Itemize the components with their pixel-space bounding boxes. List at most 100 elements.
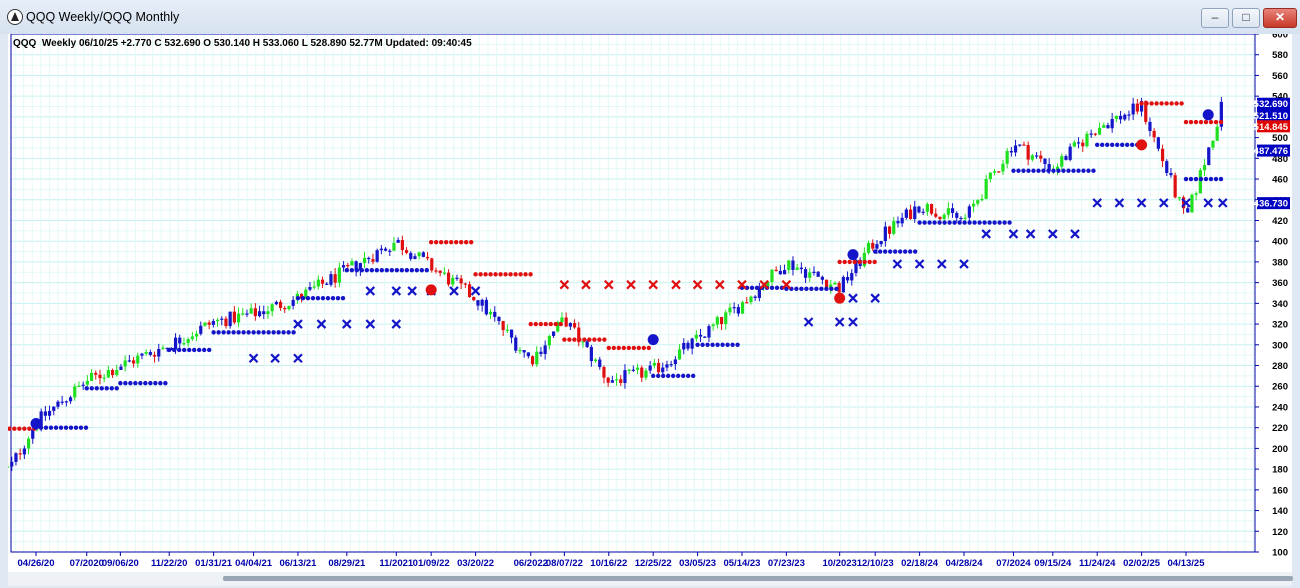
stop-dot <box>1179 101 1184 106</box>
candle-body <box>682 342 686 350</box>
candle-body <box>257 311 262 317</box>
stop-dot <box>128 380 133 386</box>
stop-dot <box>414 268 420 273</box>
stop-dot <box>12 426 17 431</box>
stop-dot <box>63 425 69 430</box>
stop-dot <box>650 373 656 379</box>
x-tick-label: 07/2020 <box>70 558 104 569</box>
y-tick-label: 380 <box>1272 257 1288 268</box>
stop-dot <box>558 321 563 327</box>
candle-body <box>631 369 635 371</box>
candle-body <box>337 267 341 283</box>
candle-body <box>740 302 745 314</box>
candle-body <box>896 221 900 224</box>
stop-dot <box>379 268 385 273</box>
stop-dot <box>438 240 444 245</box>
y-tick-label: 560 <box>1272 71 1288 82</box>
stop-dot <box>774 285 780 291</box>
x-tick-label: 10/2023 <box>822 558 856 569</box>
candle-body <box>417 252 421 257</box>
stop-dot <box>453 240 459 245</box>
price-chart[interactable]: 100 120 140 160 180 200 220 240 260 280 300 320 340 3… <box>8 34 1292 572</box>
stop-dot <box>99 386 104 391</box>
stop-dot <box>1218 176 1224 182</box>
stop-dot <box>226 330 231 335</box>
candle-body <box>539 351 543 354</box>
stop-dot <box>882 249 888 254</box>
close-button[interactable]: ✕ <box>1263 8 1297 28</box>
stop-dot <box>428 240 434 245</box>
candle-body <box>1169 172 1173 176</box>
candle-body <box>123 360 127 367</box>
candle-body <box>73 386 77 398</box>
candle-body <box>703 336 707 338</box>
candle-body <box>732 307 736 309</box>
candle-body <box>446 272 451 285</box>
stop-dot <box>473 272 478 277</box>
candle-body <box>81 384 85 386</box>
candle-body <box>1114 115 1118 119</box>
candle-body <box>589 346 593 362</box>
x-tick-label: 09/06/20 <box>102 558 139 569</box>
candle-body <box>787 260 791 271</box>
x-tick-label: 04/13/25 <box>1168 558 1206 569</box>
monthly-stop-x <box>892 259 903 269</box>
candle-body <box>887 226 892 234</box>
candle-body <box>442 272 446 274</box>
candle-body <box>430 258 434 271</box>
stop-dot <box>636 345 641 351</box>
candle-body <box>652 362 656 366</box>
candle-body <box>371 259 375 262</box>
candle-body <box>1060 156 1064 167</box>
candle-body <box>543 345 547 354</box>
candle-body <box>287 305 291 310</box>
stop-dot <box>236 330 241 335</box>
stop-dot <box>359 268 365 273</box>
stop-dot <box>1203 176 1209 182</box>
stop-dot <box>887 249 893 254</box>
candle-body <box>413 256 417 259</box>
candle-body <box>270 304 274 312</box>
candle-body <box>203 322 207 326</box>
stop-dot <box>992 220 997 225</box>
candle-body <box>845 276 850 281</box>
x-tick-label: 05/14/23 <box>723 558 760 569</box>
maximize-button[interactable]: □ <box>1232 8 1260 28</box>
info-low: L 528.890 <box>301 38 347 49</box>
price-label-text: 514.845 <box>1254 122 1289 133</box>
monthly-stop-x <box>848 293 858 303</box>
candle-body <box>1131 103 1135 115</box>
chart-area[interactable]: 100 120 140 160 180 200 220 240 260 280 300 320 340 3… <box>8 34 1292 572</box>
candle-body <box>220 318 224 320</box>
candle-body <box>1009 150 1013 153</box>
horizontal-scrollbar[interactable] <box>8 572 1293 586</box>
candle-body <box>262 311 266 315</box>
signal-dot <box>425 284 437 296</box>
y-tick-label: 340 <box>1272 299 1288 310</box>
x-tick-label: 07/2024 <box>996 558 1031 569</box>
stop-dot <box>872 249 878 254</box>
candle-body <box>866 242 871 253</box>
candle-body <box>161 347 165 349</box>
scrollbar-thumb[interactable] <box>223 576 1293 581</box>
stop-dot <box>143 380 148 386</box>
minimize-button[interactable]: – <box>1201 8 1229 28</box>
monthly-stop-x <box>671 279 681 290</box>
stop-dot <box>1109 142 1115 148</box>
x-tick-label: 06/13/21 <box>279 558 317 569</box>
candle-body <box>547 335 551 346</box>
stop-dot <box>384 268 390 273</box>
candle-body <box>614 379 619 381</box>
candle-body <box>950 208 955 213</box>
stop-dot <box>1213 119 1219 125</box>
candle-body <box>1152 130 1156 138</box>
stop-dot <box>626 345 631 351</box>
candle-body <box>463 283 467 285</box>
stop-dot <box>1026 168 1031 173</box>
stop-dot <box>458 240 464 245</box>
stop-dot <box>1154 101 1159 106</box>
info-date: 06/10/25 <box>78 38 118 49</box>
stop-dot <box>1208 119 1214 125</box>
info-symbol: QQQ <box>13 38 37 49</box>
stop-dot <box>53 425 59 430</box>
